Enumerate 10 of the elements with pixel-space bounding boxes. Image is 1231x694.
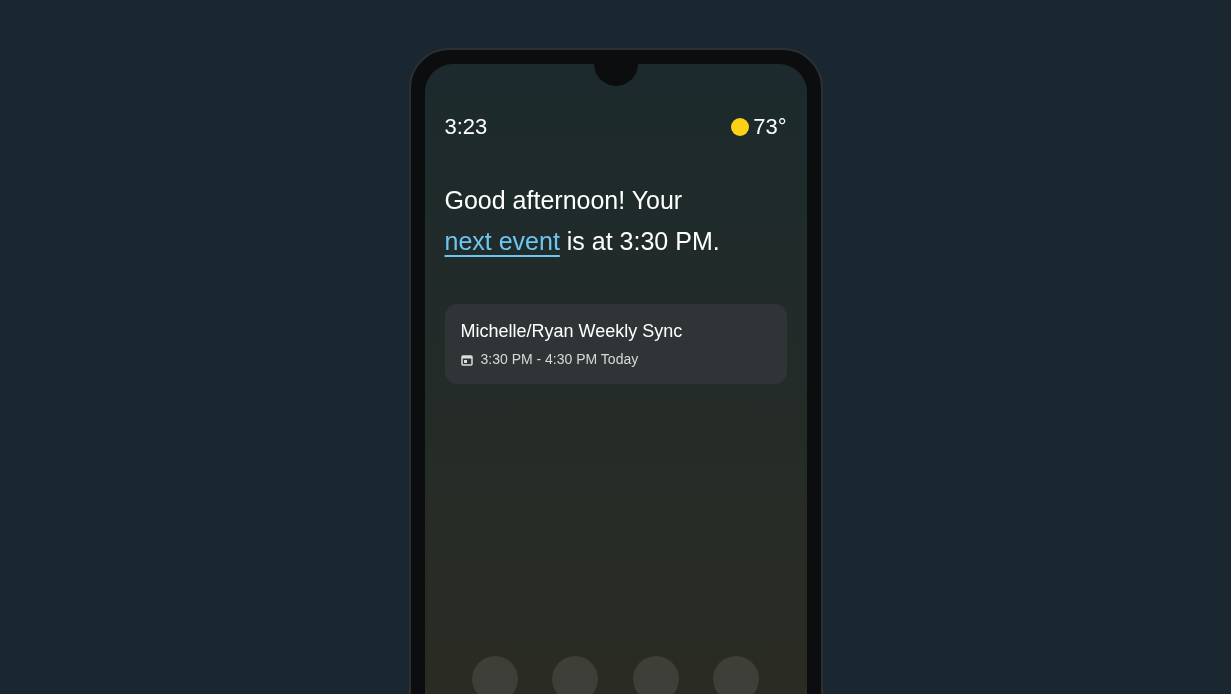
calendar-icon: [460, 353, 473, 366]
event-time: 3:30 PM - 4:30 PM Today: [480, 350, 639, 369]
clock-time: 3:23: [444, 116, 488, 138]
camera-notch: [593, 64, 638, 86]
greeting-text: Good afternoon! Your next event is at 3:30 PM.: [444, 185, 721, 257]
next-event-link[interactable]: next event: [444, 227, 560, 255]
sun-icon: [731, 118, 750, 136]
event-card[interactable]: Michelle/Ryan Weekly Sync 3:30 PM - 4:30 PM Today: [444, 304, 787, 384]
event-title: Michelle/Ryan Weekly Sync: [460, 320, 684, 343]
temperature: 73°: [753, 116, 787, 138]
